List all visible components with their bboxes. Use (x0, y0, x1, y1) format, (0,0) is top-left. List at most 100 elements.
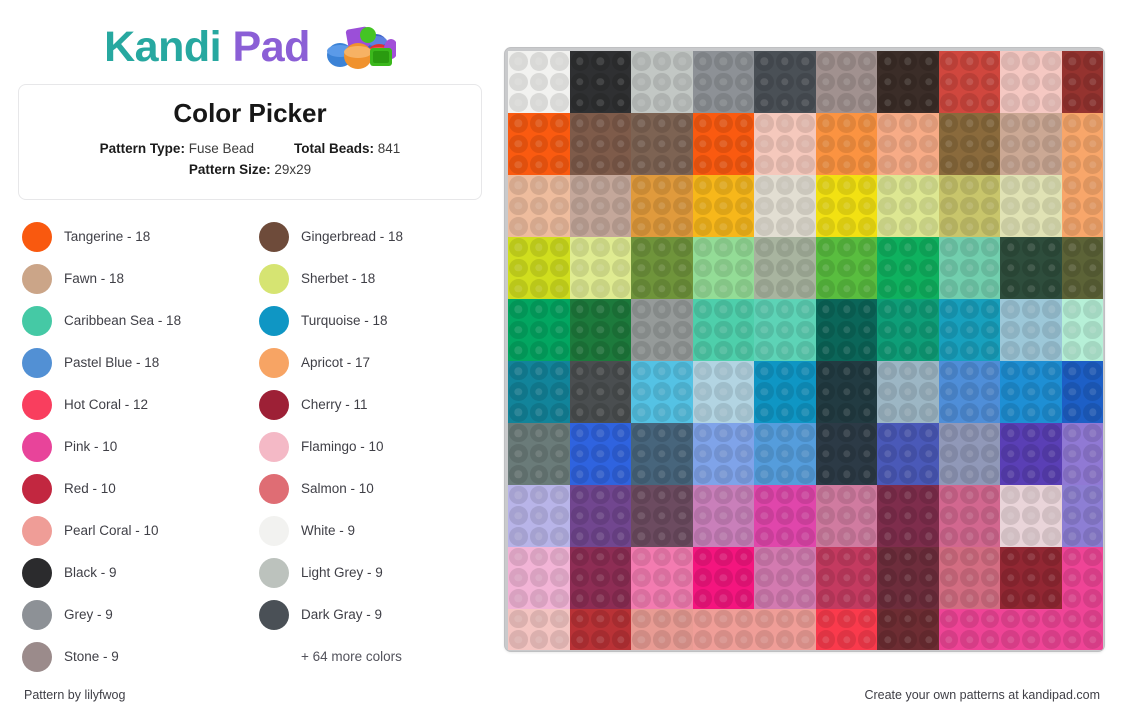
bead-cell[interactable] (1061, 464, 1083, 485)
bead-cell[interactable] (856, 257, 878, 279)
bead-cell[interactable] (549, 216, 570, 237)
bead-cell[interactable] (754, 133, 775, 155)
bead-cell[interactable] (918, 51, 939, 72)
bead-cell[interactable] (897, 340, 919, 361)
bead-cell[interactable] (508, 216, 529, 237)
bead-cell[interactable] (918, 464, 939, 485)
bead-cell[interactable] (610, 546, 632, 568)
bead-cell[interactable] (1082, 154, 1103, 175)
bead-cell[interactable] (549, 298, 570, 320)
bead-cell[interactable] (856, 278, 878, 299)
bead-cell[interactable] (692, 154, 714, 175)
bead-cell[interactable] (938, 629, 960, 650)
bead-cell[interactable] (631, 92, 652, 113)
bead-cell[interactable] (549, 340, 570, 361)
bead-cell[interactable] (1061, 133, 1083, 155)
bead-cell[interactable] (1000, 505, 1021, 527)
bead-cell[interactable] (610, 360, 632, 382)
bead-cell[interactable] (508, 71, 529, 93)
bead-cell[interactable] (1082, 298, 1103, 320)
bead-cell[interactable] (713, 319, 734, 341)
bead-cell[interactable] (1020, 51, 1042, 72)
bead-cell[interactable] (1082, 236, 1103, 258)
bead-cell[interactable] (795, 216, 816, 237)
bead-cell[interactable] (1061, 360, 1083, 382)
bead-cell[interactable] (1020, 174, 1042, 196)
bead-cell[interactable] (590, 402, 611, 423)
bead-cell[interactable] (610, 567, 632, 589)
bead-cell[interactable] (733, 236, 755, 258)
bead-cell[interactable] (1061, 484, 1083, 506)
bead-cell[interactable] (877, 236, 898, 258)
bead-cell[interactable] (672, 216, 693, 237)
bead-cell[interactable] (1000, 257, 1021, 279)
bead-cell[interactable] (754, 464, 775, 485)
bead-cell[interactable] (918, 422, 939, 444)
bead-cell[interactable] (979, 526, 1001, 547)
bead-cell[interactable] (918, 505, 939, 527)
bead-cell[interactable] (672, 92, 693, 113)
bead-cell[interactable] (1041, 92, 1062, 113)
bead-cell[interactable] (713, 71, 734, 93)
bead-cell[interactable] (569, 546, 591, 568)
bead-cell[interactable] (590, 154, 611, 175)
bead-cell[interactable] (713, 422, 734, 444)
bead-cell[interactable] (754, 526, 775, 547)
bead-cell[interactable] (774, 133, 796, 155)
bead-cell[interactable] (713, 402, 734, 423)
legend-item[interactable]: Gingerbread - 18 (259, 216, 478, 258)
bead-cell[interactable] (549, 381, 570, 403)
bead-cell[interactable] (569, 319, 591, 341)
bead-cell[interactable] (774, 360, 796, 382)
bead-cell[interactable] (856, 174, 878, 196)
bead-cell[interactable] (1041, 51, 1062, 72)
bead-cell[interactable] (1020, 71, 1042, 93)
bead-cell[interactable] (692, 92, 714, 113)
bead-cell[interactable] (733, 133, 755, 155)
bead-cell[interactable] (959, 360, 980, 382)
bead-cell[interactable] (938, 278, 960, 299)
bead-cell[interactable] (1041, 588, 1062, 609)
bead-cell[interactable] (959, 71, 980, 93)
bead-cell[interactable] (918, 381, 939, 403)
bead-cell[interactable] (836, 567, 857, 589)
bead-cell[interactable] (651, 360, 673, 382)
bead-cell[interactable] (1041, 71, 1062, 93)
bead-cell[interactable] (1082, 319, 1103, 341)
bead-cell[interactable] (815, 257, 837, 279)
bead-cell[interactable] (590, 567, 611, 589)
bead-cell[interactable] (856, 546, 878, 568)
bead-cell[interactable] (733, 278, 755, 299)
bead-cell[interactable] (1041, 133, 1062, 155)
bead-cell[interactable] (1061, 402, 1083, 423)
bead-cell[interactable] (918, 154, 939, 175)
bead-cell[interactable] (590, 174, 611, 196)
bead-cell[interactable] (528, 526, 550, 547)
bead-cell[interactable] (590, 505, 611, 527)
bead-cell[interactable] (549, 588, 570, 609)
bead-cell[interactable] (754, 236, 775, 258)
bead-cell[interactable] (569, 629, 591, 650)
bead-cell[interactable] (610, 133, 632, 155)
bead-cell[interactable] (528, 51, 550, 72)
bead-cell[interactable] (713, 546, 734, 568)
bead-cell[interactable] (1041, 443, 1062, 465)
bead-cell[interactable] (528, 608, 550, 630)
bead-cell[interactable] (795, 257, 816, 279)
bead-cell[interactable] (938, 608, 960, 630)
bead-cell[interactable] (897, 567, 919, 589)
bead-cell[interactable] (610, 608, 632, 630)
bead-cell[interactable] (590, 443, 611, 465)
bead-cell[interactable] (979, 629, 1001, 650)
bead-cell[interactable] (1020, 505, 1042, 527)
bead-cell[interactable] (631, 443, 652, 465)
bead-cell[interactable] (938, 484, 960, 506)
bead-cell[interactable] (651, 112, 673, 134)
bead-cell[interactable] (1082, 174, 1103, 196)
bead-cell[interactable] (528, 216, 550, 237)
bead-cell[interactable] (590, 298, 611, 320)
bead-cell[interactable] (733, 464, 755, 485)
bead-cell[interactable] (918, 257, 939, 279)
bead-cell[interactable] (897, 236, 919, 258)
bead-cell[interactable] (1061, 51, 1083, 72)
